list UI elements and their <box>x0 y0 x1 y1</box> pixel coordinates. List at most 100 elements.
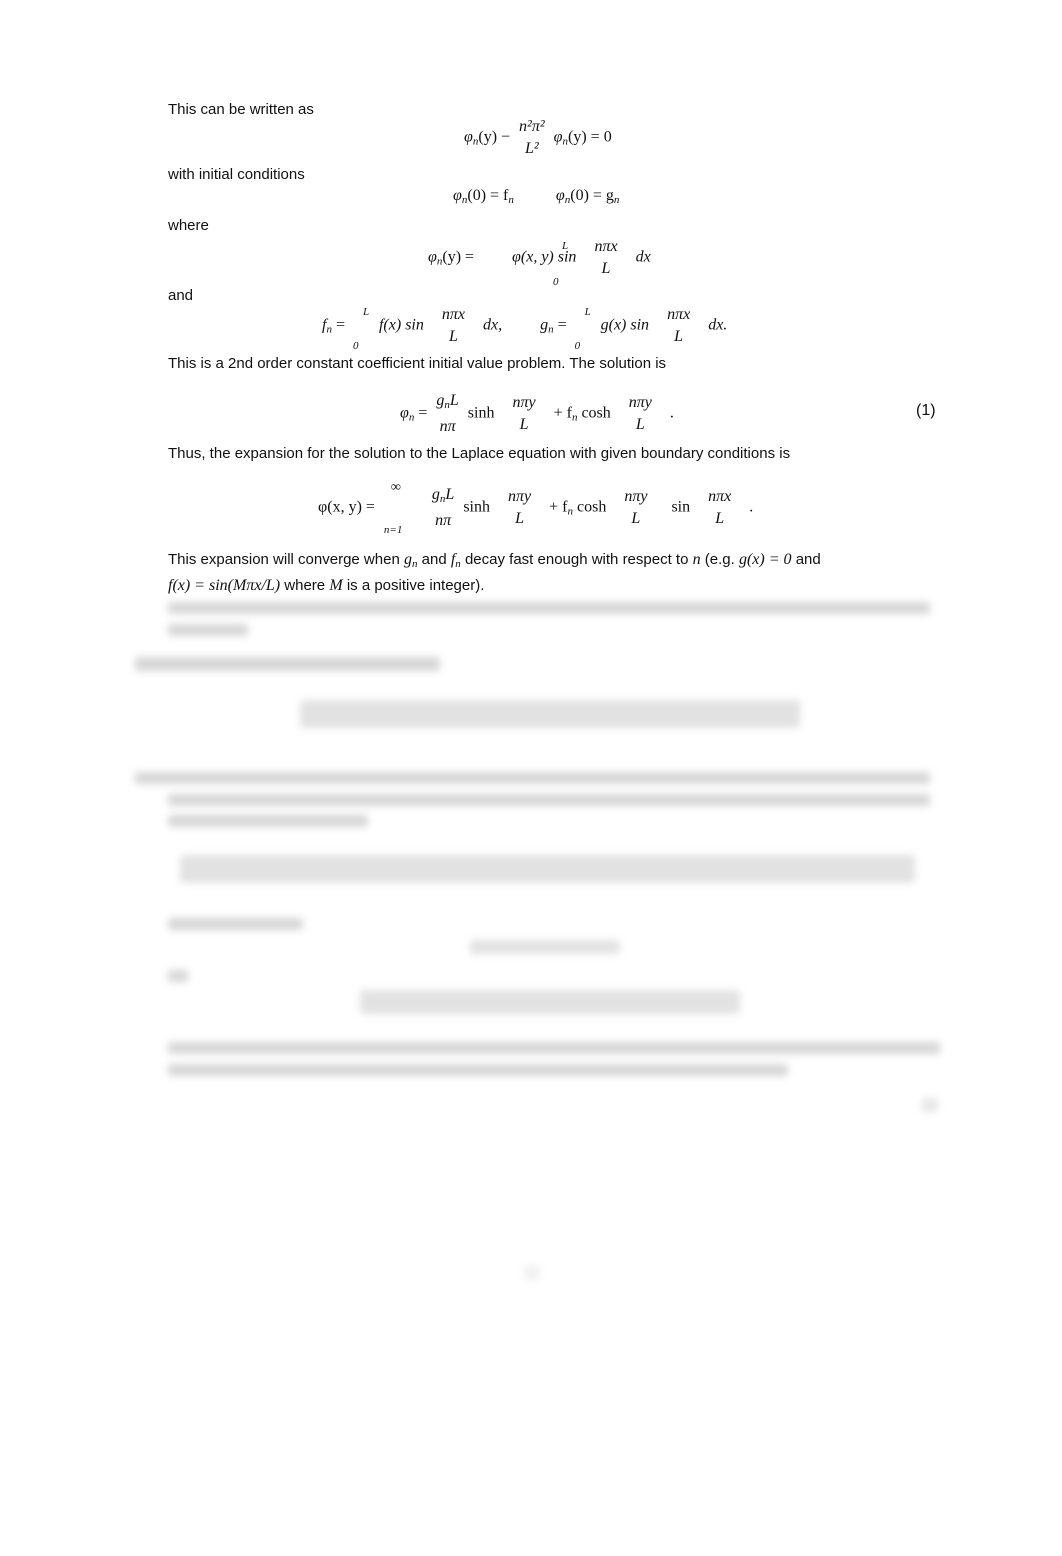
inline-math: M <box>329 577 343 594</box>
inline-math: f(x) = sin(Mπx/L) <box>168 577 281 594</box>
eq-text: dx <box>635 248 651 266</box>
text-run: and <box>417 551 451 568</box>
eq-symbol: φ <box>400 404 409 422</box>
eq-text: φ(x, y) = <box>318 498 375 516</box>
eq-function: cosh <box>581 404 611 422</box>
fraction-numerator: L <box>449 392 459 409</box>
eq-text: = <box>418 404 428 422</box>
blurred-text-line <box>168 1042 940 1054</box>
fraction-denominator: L <box>674 328 684 345</box>
blurred-equation <box>300 700 800 728</box>
fraction-numerator: n²π² <box>519 118 545 135</box>
eq-symbol: φ <box>555 187 565 204</box>
inline-math: n <box>692 551 701 568</box>
eq-function: sin <box>671 498 691 516</box>
fraction-denominator: nπ <box>435 512 452 529</box>
eq-text: (0) = f <box>467 187 509 204</box>
eq-subscript: n <box>508 194 514 206</box>
integral-lower-limit: 0 <box>553 276 559 288</box>
eq-text: + f <box>553 404 572 422</box>
integral-limits: L 0 <box>571 306 597 352</box>
eq-symbol: φ <box>428 248 437 266</box>
text-run: decay fast enough with respect to <box>460 551 693 568</box>
integral-lower-limit: 0 <box>574 340 581 352</box>
eq-subscript: n <box>408 411 415 424</box>
equation-expansion: φ(x, y) = ∞ n=1 gnL nπ sinh nπy L + fn cos… <box>318 480 754 544</box>
fraction-numerator: g <box>431 486 440 503</box>
blurred-equation <box>360 990 740 1014</box>
eq-subscript: n <box>613 194 620 206</box>
blurred-text-line <box>135 657 440 671</box>
eq-text: . <box>669 404 674 422</box>
blurred-text-line <box>168 794 930 806</box>
eq-subscript: n <box>567 505 573 518</box>
text-and: and <box>168 287 194 304</box>
integral-lower-limit: 0 <box>352 340 359 352</box>
blurred-text-line <box>135 772 930 784</box>
eq-symbol: φ <box>453 187 462 204</box>
text-run: is a positive integer). <box>342 577 485 594</box>
fraction-denominator: L <box>631 510 641 527</box>
blurred-equation <box>180 855 915 883</box>
fraction-denominator: L <box>515 510 525 527</box>
text-expansion: Thus, the expansion for the solution to … <box>168 445 791 462</box>
fraction-numerator: nπy <box>628 394 652 411</box>
equation-ode: φn(y) − n²π² L² φn(y) = 0 <box>464 116 612 160</box>
blurred-page-number <box>524 1266 540 1280</box>
eq-symbol: φ <box>464 128 473 146</box>
eq-subscript: n <box>326 323 332 336</box>
fraction-numerator: nπx <box>708 488 732 505</box>
blurred-text-line <box>168 602 930 614</box>
eq-text: dx, <box>482 316 503 334</box>
blurred-text-line <box>168 1064 788 1076</box>
equation-solution: φn = gnL nπ sinh nπy L + fn cosh nπy L . <box>400 390 674 438</box>
fraction: nπy L <box>627 392 654 436</box>
fraction-denominator: L <box>519 416 529 433</box>
eq-text: . <box>749 498 754 516</box>
eq-function: cosh <box>576 498 607 516</box>
text-run: This expansion will converge when <box>168 551 404 568</box>
integral-limits: L 0 <box>478 240 568 288</box>
text-run: where <box>280 577 330 594</box>
fraction: nπy L <box>622 486 649 530</box>
eq-function: sinh <box>463 498 490 516</box>
integral-limits: L 0 <box>349 306 375 352</box>
eq-text: (y) = 0 <box>568 128 612 146</box>
fraction: nπy L <box>506 486 533 530</box>
fraction: nπx L <box>592 236 619 280</box>
eq-text: f(x) sin <box>378 316 424 334</box>
eq-text: = <box>335 316 345 334</box>
fraction-numerator: nπy <box>624 488 648 505</box>
sum-lower-limit: n=1 <box>383 524 403 536</box>
blurred-text-line <box>168 815 368 827</box>
fraction-numerator: nπx <box>594 238 618 255</box>
fraction: nπy L <box>510 392 537 436</box>
blurred-qed-mark <box>922 1098 938 1112</box>
fraction-denominator: L² <box>525 140 539 157</box>
fraction-numerator: L <box>445 486 455 503</box>
text-where: where <box>168 217 209 234</box>
fraction: gnL nπ <box>430 484 456 532</box>
blurred-text-line <box>168 970 188 982</box>
text-initial-conditions: with initial conditions <box>168 166 305 183</box>
integral-upper-limit: L <box>362 306 370 318</box>
summation-limits: ∞ n=1 <box>379 480 423 536</box>
equation-phi-n-integral: φn(y) = L 0 φ(x, y) sin nπx L dx <box>428 236 651 288</box>
fraction-denominator: L <box>448 328 458 345</box>
integral-upper-limit: L <box>562 240 569 252</box>
fraction: nπx L <box>665 304 692 348</box>
text-written-as: This can be written as <box>168 101 314 118</box>
fraction-denominator: nπ <box>439 418 456 435</box>
integral-upper-limit: L <box>584 306 591 318</box>
fraction-denominator: L <box>601 260 611 277</box>
fraction-numerator: nπy <box>508 488 532 505</box>
eq-text: = <box>557 316 567 334</box>
blurred-text-line <box>168 624 248 636</box>
fraction-denominator: L <box>635 416 645 433</box>
blurred-text-line <box>168 918 303 930</box>
eq-subscript: n <box>548 323 554 336</box>
equation-fn-gn: fn = L 0 f(x) sin nπx L dx, gn = L 0 g(x)… <box>322 304 727 352</box>
fraction-numerator: nπx <box>667 306 691 323</box>
eq-text: (0) = g <box>570 187 614 204</box>
fraction: n²π² L² <box>517 116 547 160</box>
